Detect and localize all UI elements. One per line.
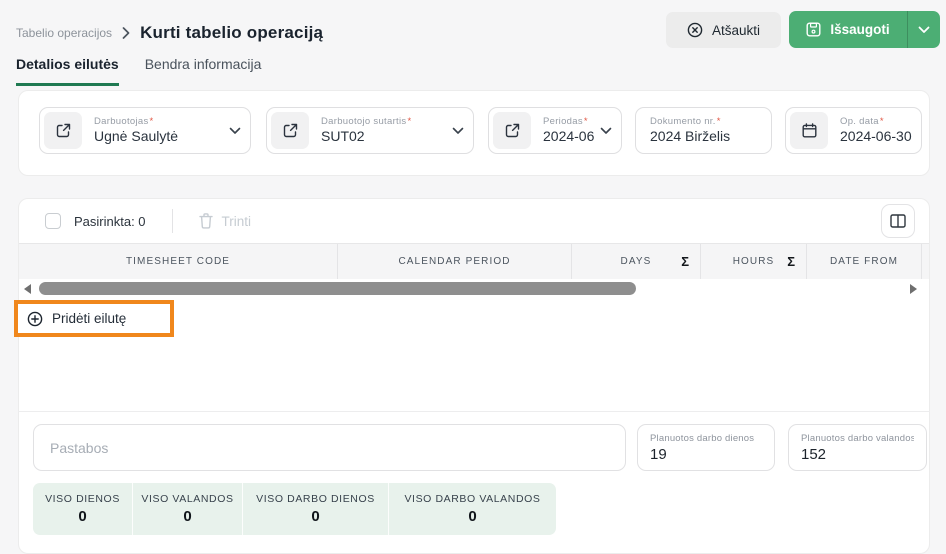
planned-work-hours-label: Planuotos darbo valandos: [801, 433, 914, 444]
planned-work-hours-box: Planuotos darbo valandos 152: [788, 424, 927, 471]
cancel-circle-x-icon: [687, 22, 703, 38]
circle-plus-icon: [27, 311, 43, 327]
total-days-value: 0: [78, 508, 86, 525]
operation-date-field[interactable]: Op. data* 2024-06-30: [785, 107, 922, 154]
required-asterisk: *: [584, 116, 588, 127]
operation-date-value: 2024-06-30: [840, 128, 912, 146]
planned-work-days-box: Planuotos darbo dienos 19: [637, 424, 775, 471]
delete-rows-button[interactable]: Trinti: [199, 213, 252, 229]
chevron-down-icon[interactable]: [229, 127, 241, 135]
total-work-days-value: 0: [311, 508, 319, 525]
period-select[interactable]: Periodas* 2024-06: [488, 107, 622, 154]
total-work-hours-label: VISO DARBO VALANDOS: [404, 493, 540, 505]
column-header-days[interactable]: DAYS Σ: [572, 244, 701, 279]
total-work-hours-value: 0: [468, 508, 476, 525]
contract-select[interactable]: Darbuotojo sutartis* SUT02: [266, 107, 474, 154]
total-work-days-label: VISO DARBO DIENOS: [256, 493, 375, 505]
total-hours-value: 0: [183, 508, 191, 525]
save-button[interactable]: Išsaugoti: [789, 11, 907, 48]
period-field-label: Periodas*: [543, 116, 594, 128]
trash-icon: [199, 213, 213, 229]
document-number-value: 2024 Birželis: [650, 128, 730, 146]
document-number-field[interactable]: Dokumento nr.* 2024 Birželis: [635, 107, 772, 154]
add-row-button[interactable]: Pridėti eilutę: [18, 304, 170, 333]
save-options-dropdown-button[interactable]: [907, 11, 940, 48]
delete-rows-label: Trinti: [222, 214, 252, 229]
add-row-highlight-box: Pridėti eilutę: [14, 300, 174, 337]
total-days-label: VISO DIENOS: [45, 493, 120, 505]
chevron-right-icon: [122, 27, 130, 39]
selected-count-label: Pasirinkta: 0: [74, 214, 146, 229]
scrollbar-thumb[interactable]: [39, 282, 636, 295]
column-header-hours[interactable]: HOURS Σ: [701, 244, 807, 279]
required-asterisk: *: [150, 116, 154, 127]
column-header-timesheet-code[interactable]: TIMESHEET CODE: [19, 244, 338, 279]
employee-field-text: Darbuotojas* Ugnė Saulytė: [86, 116, 178, 145]
document-number-label: Dokumento nr.*: [650, 116, 730, 128]
period-field-value: 2024-06: [543, 128, 594, 146]
cancel-button[interactable]: Atšaukti: [666, 12, 781, 48]
columns-layout-icon: [890, 214, 906, 228]
page: Tabelio operacijos Kurti tabelio operaci…: [0, 0, 946, 538]
toolbar-divider: [172, 209, 173, 233]
save-floppy-icon: [806, 22, 821, 37]
cancel-button-label: Atšaukti: [712, 23, 760, 38]
total-hours-label: VISO VALANDOS: [141, 493, 233, 505]
required-asterisk: *: [880, 116, 884, 127]
notes-section-divider: [18, 411, 930, 412]
horizontal-scrollbar[interactable]: [19, 280, 929, 298]
table-toolbar: Pasirinkta: 0 Trinti: [19, 199, 929, 243]
external-link-icon[interactable]: [44, 112, 82, 149]
breadcrumb-parent-link[interactable]: Tabelio operacijos: [16, 26, 112, 40]
table-header-row: TIMESHEET CODE CALENDAR PERIOD DAYS Σ HO…: [19, 243, 929, 279]
breadcrumb: Tabelio operacijos Kurti tabelio operaci…: [16, 18, 323, 48]
operation-date-text: Op. data* 2024-06-30: [832, 116, 912, 145]
operation-date-label: Op. data*: [840, 116, 912, 128]
employee-select[interactable]: Darbuotojas* Ugnė Saulytė: [39, 107, 251, 154]
chevron-down-icon[interactable]: [452, 127, 464, 135]
planned-work-hours-value: 152: [801, 446, 914, 463]
total-work-hours-cell: VISO DARBO VALANDOS 0: [389, 483, 556, 535]
contract-field-value: SUT02: [321, 128, 411, 146]
required-asterisk: *: [407, 116, 411, 127]
column-settings-button[interactable]: [881, 204, 915, 238]
total-days-cell: VISO DIENOS 0: [33, 483, 133, 535]
planned-work-days-value: 19: [650, 446, 762, 463]
column-header-date-from[interactable]: DATE FROM: [807, 244, 922, 279]
tab-detalios-eilutes[interactable]: Detalios eilutės: [16, 56, 119, 86]
contract-field-text: Darbuotojo sutartis* SUT02: [313, 116, 411, 145]
employee-field-label: Darbuotojas*: [94, 116, 178, 128]
save-button-label: Išsaugoti: [830, 22, 889, 37]
document-number-text: Dokumento nr.* 2024 Birželis: [636, 116, 730, 145]
employee-field-value: Ugnė Saulytė: [94, 128, 178, 146]
column-header-calendar-period[interactable]: CALENDAR PERIOD: [338, 244, 572, 279]
notes-input[interactable]: [33, 424, 626, 471]
total-hours-cell: VISO VALANDOS 0: [133, 483, 243, 535]
required-asterisk: *: [717, 116, 721, 127]
sigma-sum-icon[interactable]: Σ: [681, 254, 689, 269]
add-row-label: Pridėti eilutę: [52, 311, 126, 326]
contract-field-label: Darbuotojo sutartis*: [321, 116, 411, 128]
scroll-left-icon[interactable]: [24, 284, 31, 294]
tab-bendra-informacija[interactable]: Bendra informacija: [145, 56, 262, 86]
planned-work-days-label: Planuotos darbo dienos: [650, 433, 762, 444]
chevron-down-icon[interactable]: [600, 127, 612, 135]
period-field-text: Periodas* 2024-06: [535, 116, 594, 145]
external-link-icon[interactable]: [271, 112, 309, 149]
chevron-down-icon: [918, 26, 930, 34]
external-link-icon[interactable]: [493, 112, 531, 149]
document-fields-card: Darbuotojas* Ugnė Saulytė Darbuotojo sut…: [18, 90, 930, 176]
select-all-checkbox[interactable]: [45, 213, 61, 229]
tab-bar: Detalios eilutės Bendra informacija: [16, 56, 261, 86]
sigma-sum-icon[interactable]: Σ: [787, 254, 795, 269]
total-work-days-cell: VISO DARBO DIENOS 0: [243, 483, 389, 535]
totals-strip: VISO DIENOS 0 VISO VALANDOS 0 VISO DARBO…: [33, 483, 556, 535]
save-split-button: Išsaugoti: [789, 11, 940, 48]
scroll-right-icon[interactable]: [910, 284, 917, 294]
page-title: Kurti tabelio operaciją: [140, 23, 323, 43]
column-header-filler: [922, 244, 929, 279]
calendar-icon[interactable]: [790, 112, 828, 149]
